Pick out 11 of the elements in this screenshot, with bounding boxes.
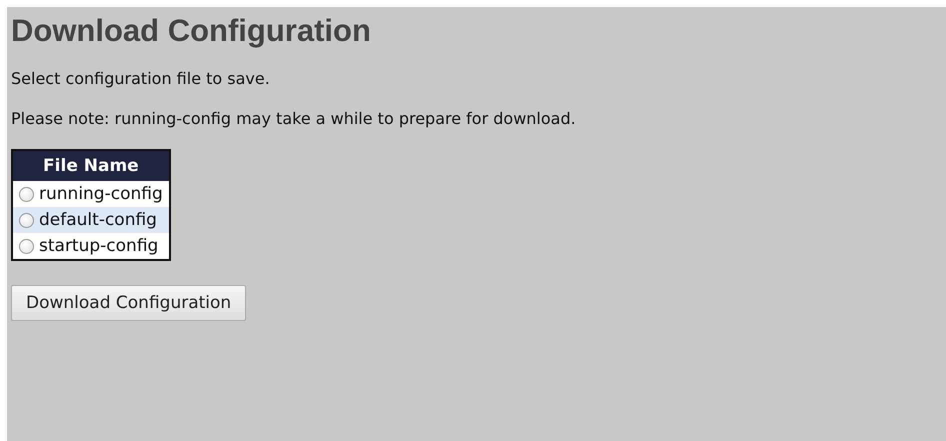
- radio-button[interactable]: [19, 186, 34, 202]
- download-button[interactable]: Download Configuration: [11, 285, 246, 321]
- instruction-text: Please note: running-config may take a while to prepare for download.: [11, 109, 577, 129]
- page-title: Download Configuration: [11, 13, 372, 49]
- file-name: startup-config: [39, 236, 158, 256]
- column-header: File Name: [12, 150, 170, 181]
- file-name: running-config: [39, 184, 163, 204]
- radio-button[interactable]: [19, 238, 34, 254]
- radio-button[interactable]: [19, 212, 34, 228]
- file-name: default-config: [39, 210, 157, 230]
- instruction-text: Select configuration file to save.: [11, 69, 271, 89]
